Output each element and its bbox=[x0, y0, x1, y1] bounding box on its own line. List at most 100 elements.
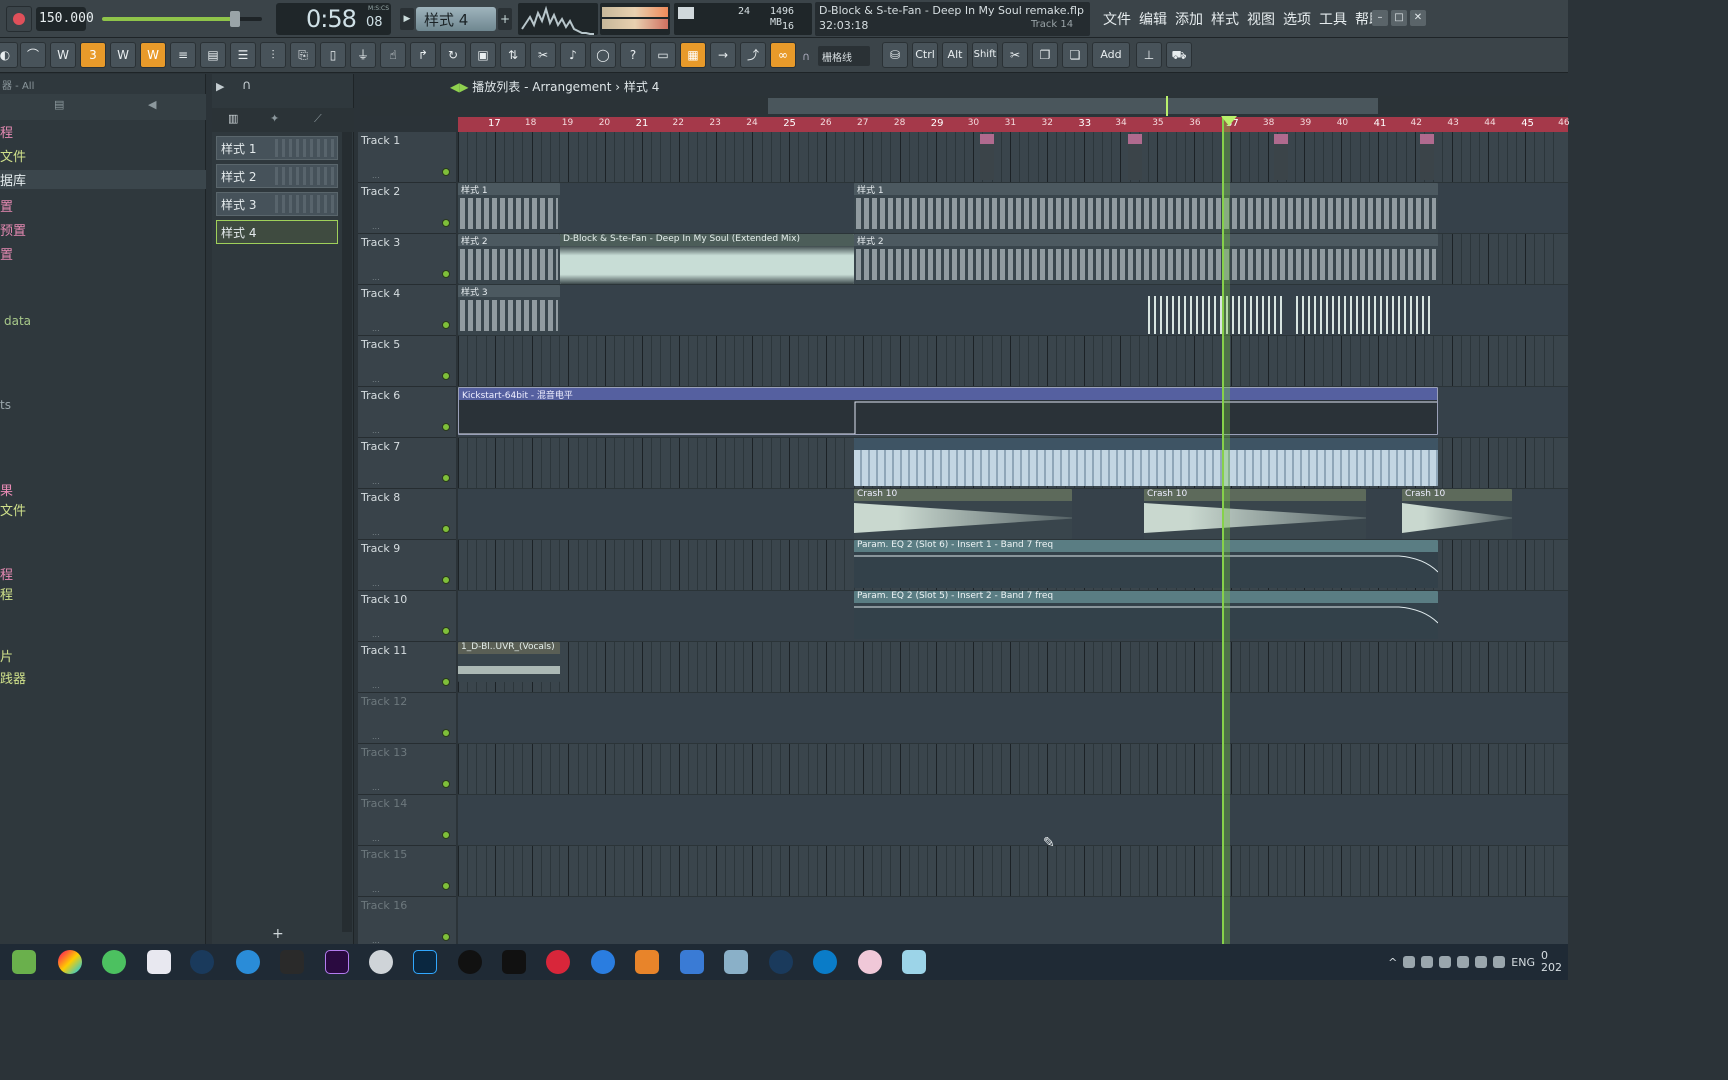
audio-clip[interactable]: Crash 10 bbox=[1402, 489, 1512, 539]
tempo-display[interactable]: 150.000 bbox=[36, 7, 94, 31]
track-header[interactable]: Track 8... bbox=[358, 489, 456, 540]
track-header[interactable]: Track 12... bbox=[358, 693, 456, 744]
track-header[interactable]: Track 7... bbox=[358, 438, 456, 489]
playhead-marker-icon[interactable] bbox=[1221, 116, 1237, 126]
plugin-picker-icon[interactable]: ▯ bbox=[320, 42, 346, 68]
track-header[interactable]: Track 6... bbox=[358, 387, 456, 438]
master-volume-slider[interactable] bbox=[102, 11, 262, 27]
app-icon-blue[interactable] bbox=[236, 950, 260, 974]
tempo-tap-icon[interactable]: ↱ bbox=[410, 42, 436, 68]
tray-network-icon[interactable] bbox=[1475, 956, 1488, 968]
countdown-icon[interactable]: 3 bbox=[80, 42, 106, 68]
menu-edit[interactable]: 编辑 bbox=[1136, 9, 1170, 29]
track-header[interactable]: Track 9... bbox=[358, 540, 456, 591]
typing-keyboard-icon[interactable]: ⌒ bbox=[20, 42, 46, 68]
marker-clip[interactable] bbox=[1128, 134, 1142, 180]
app-icon-anime[interactable] bbox=[902, 950, 926, 974]
menu-file[interactable]: 文件 bbox=[1100, 9, 1134, 29]
browser-item[interactable]: ts bbox=[0, 398, 11, 412]
track-mute-led[interactable] bbox=[442, 270, 450, 278]
track-grip-icon[interactable]: ... bbox=[372, 783, 380, 792]
browser-item[interactable]: data bbox=[4, 314, 31, 328]
app-icon-cat[interactable] bbox=[369, 950, 393, 974]
track-mute-led[interactable] bbox=[442, 321, 450, 329]
pattern-clip[interactable]: 样式 2 bbox=[458, 234, 560, 284]
picker-add-button[interactable]: + bbox=[272, 926, 284, 942]
audio-clip[interactable]: 1_D-Bl..UVR_(Vocals) bbox=[458, 642, 560, 682]
shift-key[interactable]: Shift bbox=[972, 42, 998, 68]
app-icon-avatar[interactable] bbox=[858, 950, 882, 974]
tray-clock[interactable]: 0 202 bbox=[1541, 950, 1562, 974]
stamp-icon[interactable]: ⛁ bbox=[882, 42, 908, 68]
browser-item[interactable]: 程 bbox=[0, 564, 13, 583]
snap-selector[interactable]: 栅格线 bbox=[818, 46, 870, 66]
chat-icon[interactable]: ◯ bbox=[590, 42, 616, 68]
menu-view[interactable]: 视图 bbox=[1244, 9, 1278, 29]
track-mute-led[interactable] bbox=[442, 627, 450, 635]
play-icon[interactable]: ◀▶ bbox=[450, 80, 472, 94]
app-icon-book[interactable] bbox=[724, 950, 748, 974]
audio-tab-icon[interactable]: ✦ bbox=[270, 112, 279, 125]
premiere-icon[interactable] bbox=[325, 950, 349, 974]
app-icon-baidu[interactable] bbox=[147, 950, 171, 974]
track-mute-led[interactable] bbox=[442, 678, 450, 686]
metronome-icon[interactable]: ◐ bbox=[0, 42, 18, 68]
pattern-selector[interactable]: 样式 4 bbox=[416, 7, 496, 31]
tray-language[interactable]: ENG bbox=[1511, 956, 1535, 969]
track-lane[interactable] bbox=[458, 642, 1568, 693]
track-header[interactable]: Track 13... bbox=[358, 744, 456, 795]
automation-clip[interactable]: Param. EQ 2 (Slot 6) - Insert 1 - Band 7… bbox=[854, 540, 1438, 588]
window-icon[interactable]: ▭ bbox=[650, 42, 676, 68]
menu-tools[interactable]: 工具 bbox=[1316, 9, 1350, 29]
touch-icon[interactable]: ☝ bbox=[380, 42, 406, 68]
browser-item[interactable]: 片 bbox=[0, 646, 13, 665]
app-icon-colorwheel[interactable] bbox=[58, 950, 82, 974]
track-grip-icon[interactable]: ... bbox=[372, 222, 380, 231]
menu-patterns[interactable]: 样式 bbox=[1208, 9, 1242, 29]
picker-arrow-icon[interactable]: ▶ bbox=[216, 80, 224, 93]
speaker-icon[interactable]: ◀ bbox=[148, 98, 156, 111]
playhead[interactable] bbox=[1222, 117, 1230, 944]
save-icon[interactable]: ▣ bbox=[470, 42, 496, 68]
track-grip-icon[interactable]: ... bbox=[372, 324, 380, 333]
record-button[interactable] bbox=[6, 6, 32, 32]
track-mute-led[interactable] bbox=[442, 831, 450, 839]
alt-key[interactable]: Alt bbox=[942, 42, 968, 68]
browser-item[interactable]: 文件 bbox=[0, 146, 26, 165]
browser-item-selected[interactable]: 据库 bbox=[0, 170, 206, 189]
track-lane[interactable] bbox=[458, 846, 1568, 897]
track-grip-icon[interactable]: ... bbox=[372, 375, 380, 384]
cut-tool-icon[interactable]: ✂ bbox=[530, 42, 556, 68]
browser-item[interactable]: 置 bbox=[0, 196, 13, 215]
browser-item[interactable]: 文件 bbox=[0, 500, 26, 519]
close-button[interactable]: ✕ bbox=[1410, 10, 1426, 26]
files-icon[interactable]: ▤ bbox=[54, 98, 64, 111]
browser-item[interactable]: 置 bbox=[0, 244, 13, 263]
track-grip-icon[interactable]: ... bbox=[372, 171, 380, 180]
track-lane[interactable] bbox=[458, 795, 1568, 846]
track-mute-led[interactable] bbox=[442, 933, 450, 941]
help-icon[interactable]: ? bbox=[620, 42, 646, 68]
pattern-item[interactable]: 样式 2 bbox=[216, 164, 338, 188]
pattern-clip[interactable]: 样式 2 bbox=[854, 234, 1438, 284]
ctrl-key[interactable]: Ctrl bbox=[912, 42, 938, 68]
track-grip-icon[interactable]: ... bbox=[372, 426, 380, 435]
loop-record-icon[interactable]: W bbox=[140, 42, 166, 68]
mic-stand-icon[interactable]: ⊥ bbox=[1136, 42, 1162, 68]
step-edit-icon[interactable]: W bbox=[110, 42, 136, 68]
add-key[interactable]: Add bbox=[1092, 42, 1130, 68]
master-volume-knob[interactable] bbox=[230, 11, 240, 27]
qq-icon[interactable] bbox=[458, 950, 482, 974]
photoshop-icon[interactable] bbox=[413, 950, 437, 974]
automation-clip[interactable]: Kickstart-64bit - 混音电平 bbox=[458, 387, 1438, 435]
track-grip-icon[interactable]: ... bbox=[372, 630, 380, 639]
automation-tab-icon[interactable]: ⟋ bbox=[314, 112, 322, 126]
microphone-icon[interactable]: ♪ bbox=[560, 42, 586, 68]
paste-icon[interactable]: ❏ bbox=[1062, 42, 1088, 68]
track-mute-led[interactable] bbox=[442, 780, 450, 788]
wechat-icon[interactable] bbox=[102, 950, 126, 974]
patterns-tab-icon[interactable]: ▥ bbox=[228, 112, 238, 125]
playlist-overview[interactable] bbox=[360, 96, 1568, 116]
timeline-ruler[interactable]: 17 18 19 20 21 22 23 24 25 26 27 28 29 30 31 32 33 34 35 36… bbox=[458, 117, 1570, 132]
browser-item[interactable]: 果 bbox=[0, 480, 13, 499]
